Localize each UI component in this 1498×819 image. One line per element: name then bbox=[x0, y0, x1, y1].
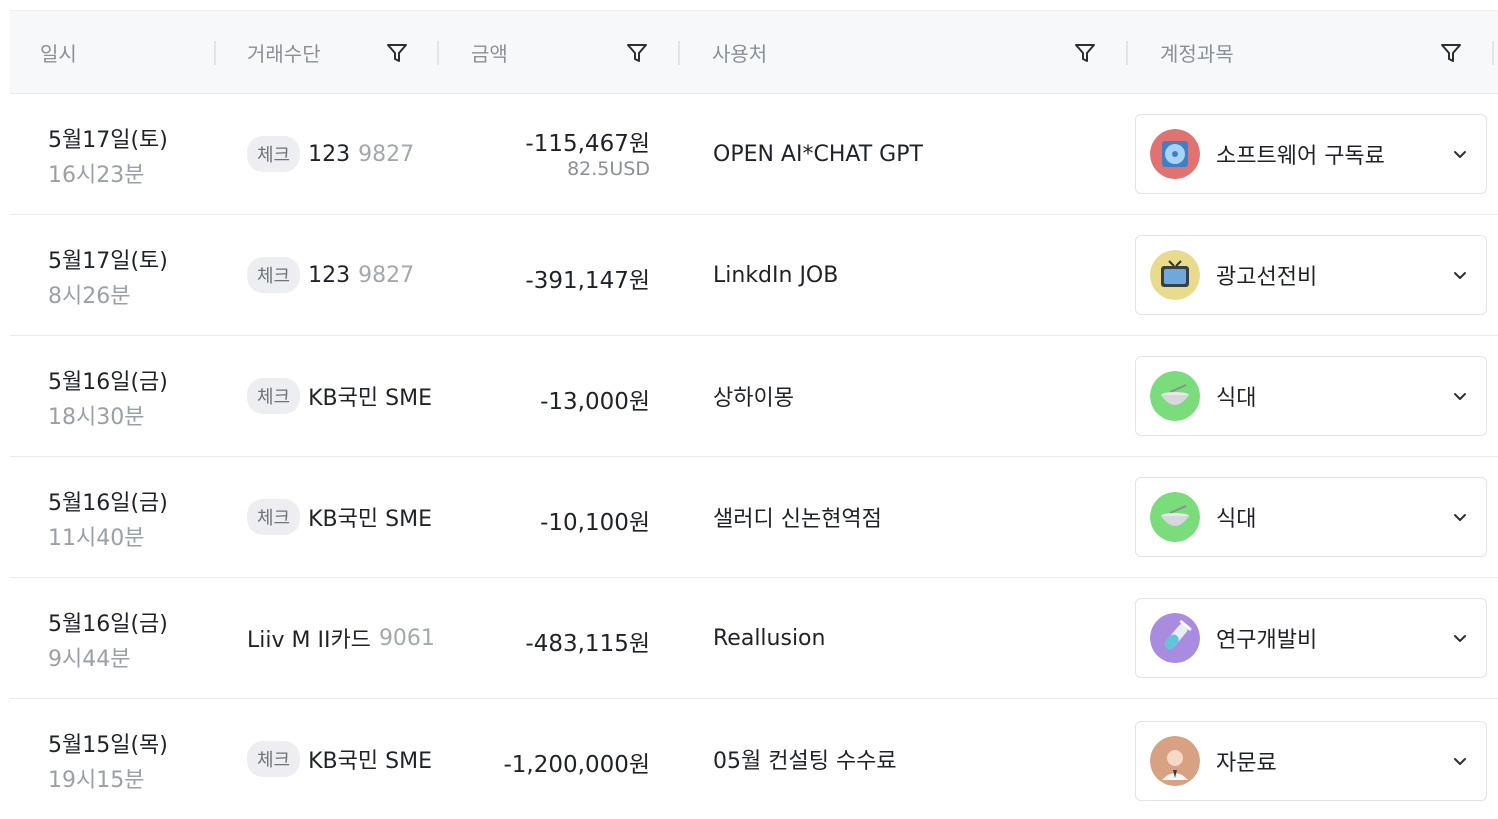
transaction-date: 5월17일(토) bbox=[48, 249, 168, 274]
header-date: 일시 bbox=[40, 11, 77, 93]
payment-method: 체크 KB국민 SME bbox=[247, 336, 432, 456]
account-filter-icon[interactable] bbox=[1440, 42, 1462, 64]
transaction-amount: -115,467원 bbox=[525, 131, 650, 157]
transaction-time: 9시44분 bbox=[48, 647, 131, 672]
column-divider[interactable] bbox=[678, 41, 680, 65]
account-label: 식대 bbox=[1216, 507, 1257, 532]
card-number: 9061 bbox=[378, 625, 435, 651]
transaction-date: 5월17일(토) bbox=[48, 128, 168, 153]
chevron-down-icon bbox=[1454, 514, 1466, 521]
check-card-badge: 체크 bbox=[247, 499, 301, 535]
transaction-date: 5월15일(목) bbox=[48, 733, 168, 758]
bowl-icon bbox=[1150, 371, 1200, 421]
header-merchant-label: 사용처 bbox=[712, 41, 768, 66]
card-name: KB국민 SME bbox=[308, 386, 432, 411]
header-account-label: 계정과목 bbox=[1160, 41, 1234, 66]
account-select[interactable]: 연구개발비 bbox=[1135, 598, 1487, 678]
transaction-amount: -10,100원 bbox=[540, 510, 650, 536]
transaction-amount: -483,115원 bbox=[525, 631, 650, 657]
account-label: 자문료 bbox=[1216, 751, 1277, 776]
account-label: 연구개발비 bbox=[1216, 628, 1318, 653]
transaction-time: 8시26분 bbox=[48, 284, 131, 309]
transaction-time: 19시15분 bbox=[48, 768, 145, 793]
transaction-time: 16시23분 bbox=[48, 163, 145, 188]
transaction-amount: -13,000원 bbox=[540, 389, 650, 415]
table-row[interactable]: 5월17일(토) 16시23분 체크 123 9827 -115,467원 82… bbox=[10, 94, 1498, 215]
transaction-date: 5월16일(금) bbox=[48, 491, 168, 516]
merchant-name: Reallusion bbox=[713, 625, 826, 651]
amount-filter-icon[interactable] bbox=[626, 42, 648, 64]
chevron-down-icon bbox=[1454, 151, 1466, 158]
chevron-down-icon bbox=[1454, 393, 1466, 400]
merchant-name: OPEN AI*CHAT GPT bbox=[713, 141, 923, 167]
chevron-down-icon bbox=[1454, 272, 1466, 279]
foreign-amount: 82.5USD bbox=[567, 158, 650, 180]
card-number: 9827 bbox=[358, 141, 415, 167]
transaction-date: 5월16일(금) bbox=[48, 370, 168, 395]
transaction-date: 5월16일(금) bbox=[48, 612, 168, 637]
table-row[interactable]: 5월16일(금) 11시40분 체크 KB국민 SME -10,100원 샐러디… bbox=[10, 457, 1498, 578]
account-label: 식대 bbox=[1216, 386, 1257, 411]
merchant-name: 05월 컨설팅 수수료 bbox=[713, 749, 897, 774]
payment-method: 체크 123 9827 bbox=[247, 94, 414, 214]
account-select[interactable]: 소프트웨어 구독료 bbox=[1135, 114, 1487, 194]
account-label: 소프트웨어 구독료 bbox=[1216, 144, 1385, 169]
table-row[interactable]: 5월16일(금) 9시44분 Liiv M II카드 9061 -483,115… bbox=[10, 578, 1498, 699]
check-card-badge: 체크 bbox=[247, 741, 301, 777]
header-account: 계정과목 bbox=[1160, 11, 1234, 93]
transaction-amount: -1,200,000원 bbox=[503, 752, 650, 778]
card-name: KB국민 SME bbox=[308, 749, 432, 774]
card-name: Liiv M II카드 bbox=[247, 628, 371, 653]
merchant-name: 상하이몽 bbox=[713, 386, 794, 411]
consultant-icon bbox=[1150, 736, 1200, 786]
header-amount: 금액 bbox=[471, 11, 508, 93]
transactions-table: 일시 거래수단 금액 사용처 계정과목 5월17일(토) 16시23분 체크 1… bbox=[10, 10, 1498, 819]
card-name: 123 bbox=[308, 141, 351, 167]
column-divider[interactable] bbox=[1492, 41, 1494, 65]
account-label: 광고선전비 bbox=[1216, 265, 1318, 290]
payment-method: 체크 123 9827 bbox=[247, 215, 414, 335]
merchant-filter-icon[interactable] bbox=[1074, 42, 1096, 64]
payment-method: 체크 KB국민 SME bbox=[247, 699, 432, 819]
check-card-badge: 체크 bbox=[247, 378, 301, 414]
chevron-down-icon bbox=[1454, 635, 1466, 642]
transaction-time: 18시30분 bbox=[48, 405, 145, 430]
card-name: 123 bbox=[308, 262, 351, 288]
bowl-icon bbox=[1150, 492, 1200, 542]
tv-icon bbox=[1150, 250, 1200, 300]
column-divider[interactable] bbox=[437, 41, 439, 65]
check-card-badge: 체크 bbox=[247, 257, 301, 293]
method-filter-icon[interactable] bbox=[386, 42, 408, 64]
header-method-label: 거래수단 bbox=[247, 41, 321, 66]
card-number: 9827 bbox=[358, 262, 415, 288]
transaction-amount: -391,147원 bbox=[525, 268, 650, 294]
table-row[interactable]: 5월16일(금) 18시30분 체크 KB국민 SME -13,000원 상하이… bbox=[10, 336, 1498, 457]
check-card-badge: 체크 bbox=[247, 136, 301, 172]
header-amount-label: 금액 bbox=[471, 41, 508, 66]
account-select[interactable]: 광고선전비 bbox=[1135, 235, 1487, 315]
chevron-down-icon bbox=[1454, 758, 1466, 765]
test-tube-icon bbox=[1150, 613, 1200, 663]
payment-method: Liiv M II카드 9061 bbox=[247, 578, 435, 698]
table-row[interactable]: 5월15일(목) 19시15분 체크 KB국민 SME -1,200,000원 … bbox=[10, 699, 1498, 819]
account-select[interactable]: 식대 bbox=[1135, 477, 1487, 557]
payment-method: 체크 KB국민 SME bbox=[247, 457, 432, 577]
account-select[interactable]: 자문료 bbox=[1135, 721, 1487, 801]
transaction-time: 11시40분 bbox=[48, 526, 145, 551]
merchant-name: 샐러디 신논현역점 bbox=[713, 507, 882, 532]
header-date-label: 일시 bbox=[40, 41, 77, 66]
header-merchant: 사용처 bbox=[712, 11, 767, 93]
merchant-name: LinkdIn JOB bbox=[713, 262, 839, 288]
table-row[interactable]: 5월17일(토) 8시26분 체크 123 9827 -391,147원 Lin… bbox=[10, 215, 1498, 336]
card-name: KB국민 SME bbox=[308, 507, 432, 532]
column-divider[interactable] bbox=[1126, 41, 1128, 65]
software-disc-icon bbox=[1150, 129, 1200, 179]
column-divider[interactable] bbox=[214, 41, 216, 65]
table-header: 일시 거래수단 금액 사용처 계정과목 bbox=[10, 10, 1498, 94]
header-method: 거래수단 bbox=[247, 11, 321, 93]
account-select[interactable]: 식대 bbox=[1135, 356, 1487, 436]
